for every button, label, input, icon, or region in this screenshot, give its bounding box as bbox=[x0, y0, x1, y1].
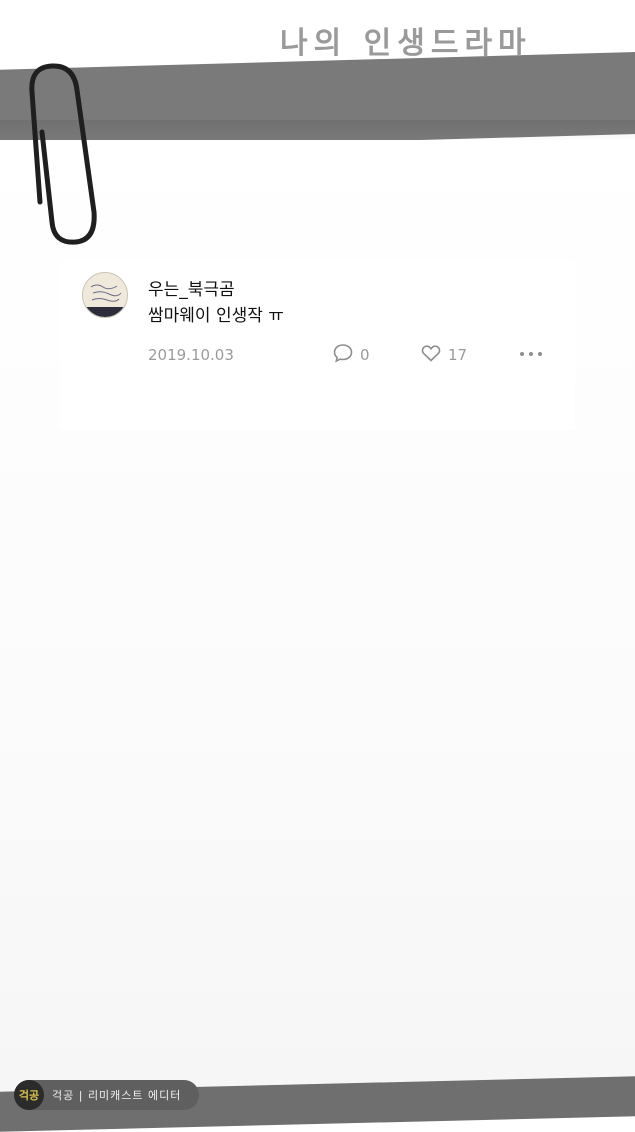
ellipsis-dot bbox=[520, 352, 524, 356]
like-button[interactable]: 17 bbox=[420, 342, 467, 368]
paperclip-icon bbox=[22, 62, 117, 261]
avatar[interactable] bbox=[82, 272, 128, 318]
comment-date: 2019.10.03 bbox=[148, 346, 234, 364]
badge-logo: 걱공 bbox=[14, 1080, 44, 1110]
comment-count: 0 bbox=[360, 346, 370, 364]
comment-author[interactable]: 우는_북극곰 bbox=[148, 275, 235, 300]
comment-button[interactable]: 0 bbox=[332, 342, 370, 368]
comment-text: 쌈마웨이 인생작 ㅠ bbox=[148, 306, 284, 326]
heart-icon bbox=[420, 342, 442, 368]
badge-label: 걱공 | 리미캐스트 에디터 bbox=[52, 1089, 182, 1102]
like-count: 17 bbox=[448, 346, 468, 364]
ellipsis-dot bbox=[529, 352, 533, 356]
comment-card: 우는_북극곰 쌈마웨이 인생작 ㅠ 2019.10.03 0 17 bbox=[60, 260, 575, 430]
speech-bubble-icon bbox=[332, 342, 354, 368]
page-title: 나의 인생드라마 bbox=[280, 26, 532, 61]
ellipsis-dot bbox=[538, 352, 542, 356]
source-badge: 걱공 걱공 | 리미캐스트 에디터 bbox=[14, 1080, 199, 1110]
more-options-button[interactable] bbox=[520, 344, 542, 364]
